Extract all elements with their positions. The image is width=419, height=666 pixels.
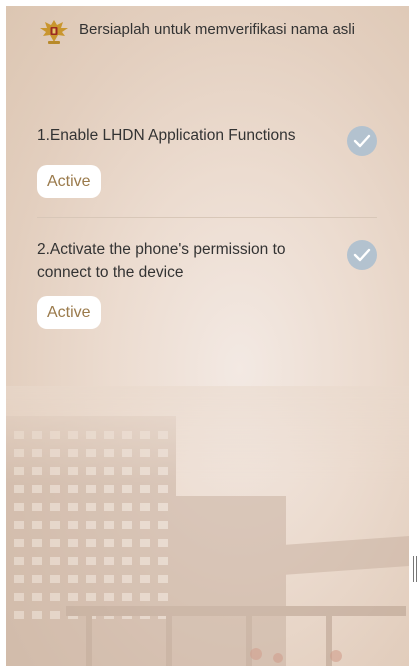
active-button[interactable]: Active xyxy=(37,296,101,329)
background-building-illustration xyxy=(6,386,409,666)
step-enable-app-functions: 1.Enable LHDN Application Functions Acti… xyxy=(37,124,377,198)
divider xyxy=(37,217,377,218)
resize-handle[interactable] xyxy=(413,556,417,582)
header: Bersiaplah untuk memverifikasi nama asli xyxy=(6,6,409,58)
step-title: 1.Enable LHDN Application Functions xyxy=(37,127,296,144)
page-title: Bersiaplah untuk memverifikasi nama asli xyxy=(79,21,355,38)
check-circle-icon xyxy=(347,126,377,156)
check-circle-icon xyxy=(347,240,377,270)
step-title: 2.Activate the phone's permission to con… xyxy=(37,241,286,281)
active-button[interactable]: Active xyxy=(37,165,101,198)
verification-screen: Bersiaplah untuk memverifikasi nama asli… xyxy=(6,6,409,666)
step-activate-permission: 2.Activate the phone's permission to con… xyxy=(37,238,377,329)
garuda-emblem-icon xyxy=(40,20,68,44)
